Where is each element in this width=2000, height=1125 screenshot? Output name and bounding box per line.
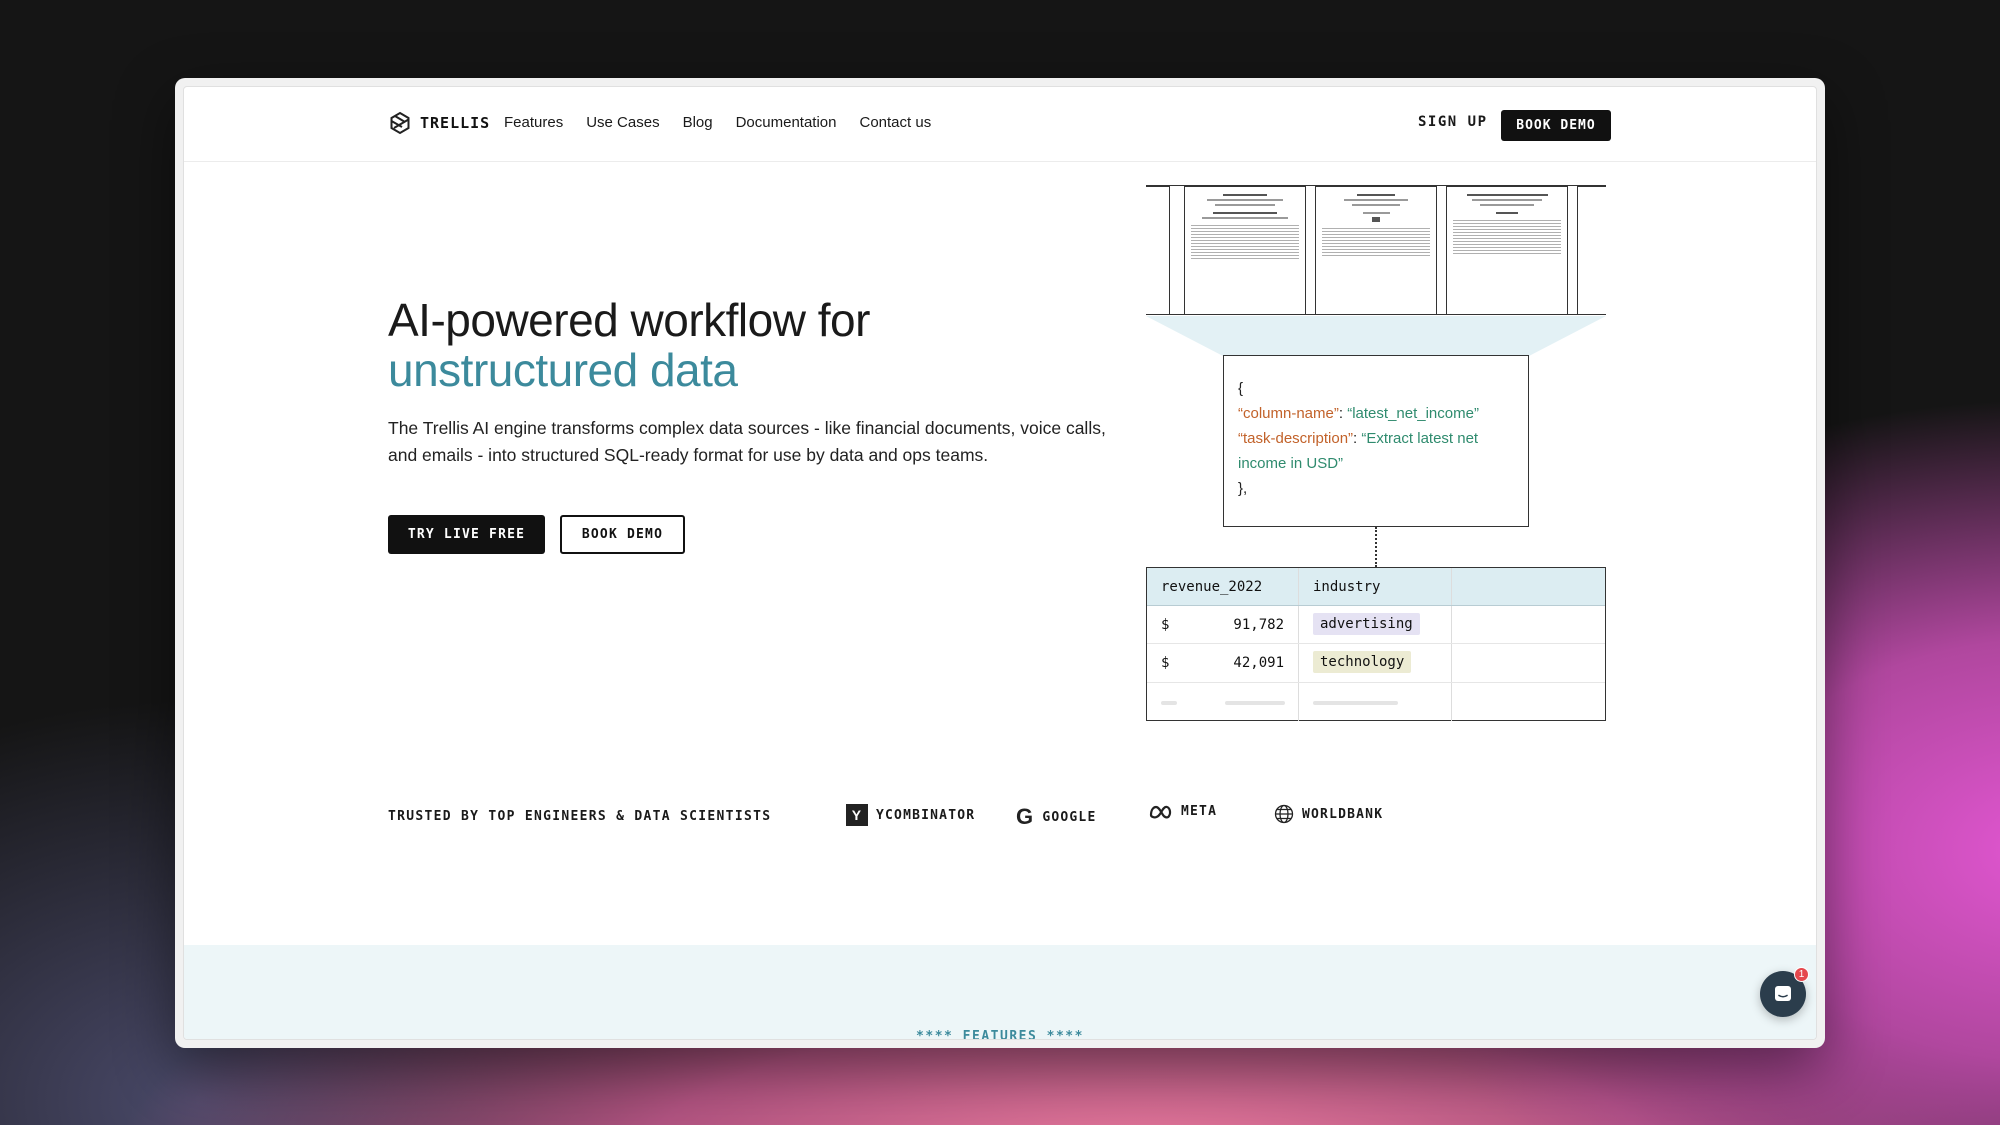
nav-links: Features Use Cases Blog Documentation Co…: [504, 114, 931, 131]
funnel-shape: [1146, 316, 1606, 356]
notification-badge: 1: [1794, 967, 1809, 982]
json-open-brace: {: [1238, 380, 1244, 397]
ycombinator-name: YCOMBINATOR: [876, 807, 976, 823]
meta-logo: META: [1149, 804, 1217, 819]
ycombinator-icon: Y: [846, 804, 868, 826]
google-name: GOOGLE: [1042, 809, 1097, 825]
nav-link-features[interactable]: Features: [504, 114, 563, 131]
json-key-task-description: “task-description”: [1238, 430, 1354, 447]
nav-link-blog[interactable]: Blog: [683, 114, 713, 131]
placeholder-bar: [1161, 701, 1177, 705]
document-thumbnail: [1184, 186, 1306, 314]
industry-tag: technology: [1313, 651, 1412, 673]
placeholder-bar: [1225, 701, 1285, 705]
sign-up-link[interactable]: SIGN UP: [1418, 114, 1488, 130]
table-header-cell: industry: [1313, 579, 1381, 595]
document-thumbnail: [1315, 186, 1437, 314]
features-label: **** FEATURES ****: [916, 1029, 1084, 1040]
worldbank-logo: WORLDBANK: [1274, 804, 1383, 824]
output-table: revenue_2022 industry $ 91,782 advertisi…: [1146, 567, 1606, 721]
features-section: [184, 945, 1816, 1039]
workflow-illustration: { “column-name”: “latest_net_income” “ta…: [1146, 185, 1606, 725]
chat-icon: [1775, 986, 1791, 1001]
revenue-value: 91,782: [1233, 617, 1284, 633]
document-thumbnail: [1146, 186, 1170, 314]
brand-name: TRELLIS: [420, 114, 491, 132]
webpage: TRELLIS Features Use Cases Blog Document…: [183, 86, 1817, 1040]
document-thumbnail: [1446, 186, 1568, 314]
google-icon: G: [1016, 804, 1035, 829]
extraction-spec-box: { “column-name”: “latest_net_income” “ta…: [1223, 355, 1529, 527]
table-header-row: revenue_2022 industry: [1147, 568, 1605, 606]
json-colon: :: [1338, 405, 1348, 422]
google-logo: G GOOGLE: [1016, 804, 1096, 830]
table-row: $ 42,091 technology: [1147, 644, 1605, 683]
worldbank-name: WORLDBANK: [1302, 806, 1384, 822]
meta-name: META: [1181, 804, 1218, 819]
dotted-connector: [1375, 527, 1377, 567]
try-live-free-button[interactable]: TRY LIVE FREE: [388, 515, 545, 554]
trellis-logo-icon: [390, 111, 410, 135]
revenue-value: 42,091: [1233, 655, 1284, 671]
json-key-column-name: “column-name”: [1238, 405, 1339, 422]
browser-window: TRELLIS Features Use Cases Blog Document…: [175, 78, 1825, 1048]
hero-title: AI-powered workflow for unstructured dat…: [388, 295, 870, 395]
book-demo-nav-button[interactable]: BOOK DEMO: [1501, 110, 1611, 141]
top-navigation: TRELLIS Features Use Cases Blog Document…: [184, 87, 1816, 162]
nav-link-documentation[interactable]: Documentation: [736, 114, 837, 131]
json-close-brace: },: [1238, 480, 1248, 497]
currency-symbol: $: [1161, 655, 1170, 671]
hero-title-line1: AI-powered workflow for: [388, 294, 870, 346]
document-thumbnail: [1577, 186, 1606, 314]
nav-link-use-cases[interactable]: Use Cases: [586, 114, 659, 131]
book-demo-hero-button[interactable]: BOOK DEMO: [560, 515, 685, 554]
industry-tag: advertising: [1313, 613, 1420, 635]
brand-logo[interactable]: TRELLIS: [388, 111, 490, 135]
nav-link-contact[interactable]: Contact us: [860, 114, 932, 131]
trusted-by-label: TRUSTED BY TOP ENGINEERS & DATA SCIENTIS…: [388, 809, 772, 824]
meta-icon: [1149, 805, 1172, 818]
hero-title-line2: unstructured data: [388, 344, 738, 396]
table-row: $ 91,782 advertising: [1147, 606, 1605, 644]
table-row-placeholder: [1147, 683, 1605, 721]
document-strip: [1146, 185, 1606, 315]
table-header-cell: revenue_2022: [1161, 579, 1263, 595]
hero-description: The Trellis AI engine transforms complex…: [388, 418, 1106, 465]
globe-icon: [1274, 804, 1294, 824]
placeholder-bar: [1313, 701, 1398, 705]
json-value-column-name: “latest_net_income”: [1347, 405, 1479, 422]
currency-symbol: $: [1161, 617, 1170, 633]
ycombinator-logo: Y YCOMBINATOR: [846, 804, 975, 826]
